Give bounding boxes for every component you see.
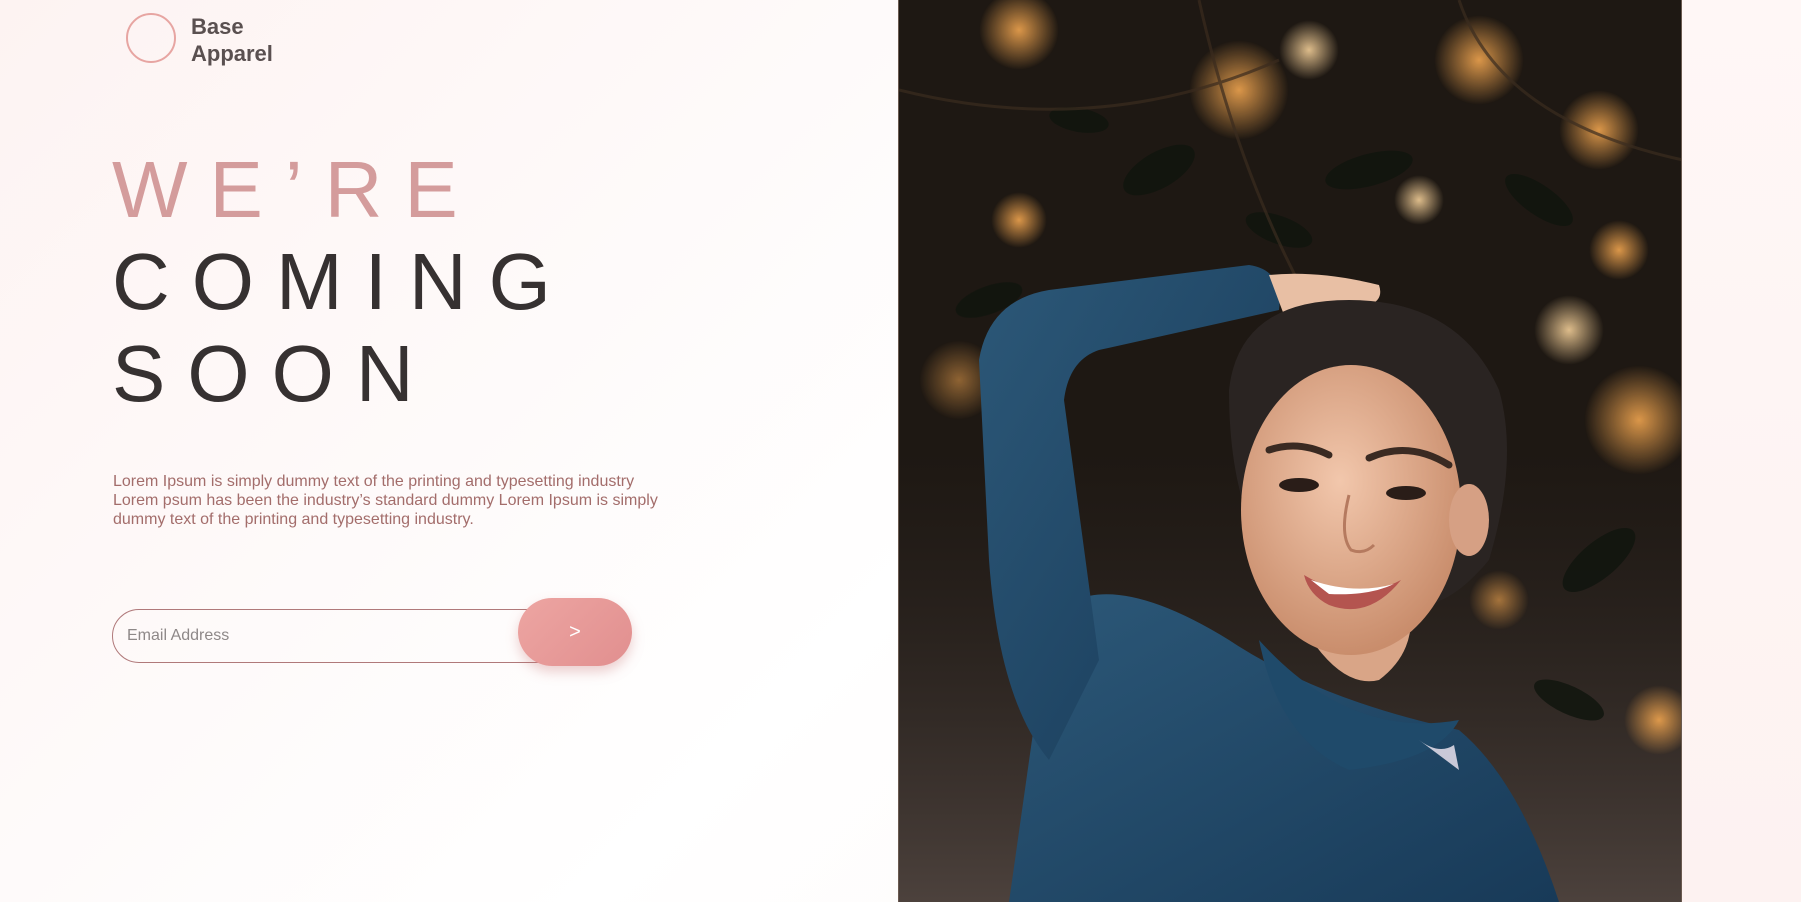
hero-photo-illustration bbox=[899, 0, 1681, 902]
page-headline: WE’RE COMING SOON bbox=[112, 144, 573, 420]
arrow-right-icon: > bbox=[569, 620, 581, 643]
headline-line-2: COMING bbox=[112, 237, 573, 326]
brand-name: Base Apparel bbox=[191, 13, 273, 67]
brand-logo[interactable]: Base Apparel bbox=[126, 13, 273, 67]
hero-photo bbox=[898, 0, 1682, 902]
description-text: Lorem Ipsum is simply dummy text of the … bbox=[113, 473, 658, 528]
headline-line-3: SOON bbox=[112, 329, 436, 418]
headline-line-1: WE’RE bbox=[112, 145, 480, 234]
right-gutter bbox=[1682, 0, 1801, 902]
submit-button[interactable]: > bbox=[518, 598, 632, 666]
brand-name-line2: Apparel bbox=[191, 41, 273, 66]
logo-circle-icon bbox=[126, 13, 176, 63]
content-panel: Base Apparel WE’RE COMING SOON Lorem Ips… bbox=[0, 0, 898, 902]
brand-name-line1: Base bbox=[191, 14, 244, 39]
email-input[interactable] bbox=[112, 609, 572, 663]
email-signup-form: > bbox=[112, 598, 634, 670]
